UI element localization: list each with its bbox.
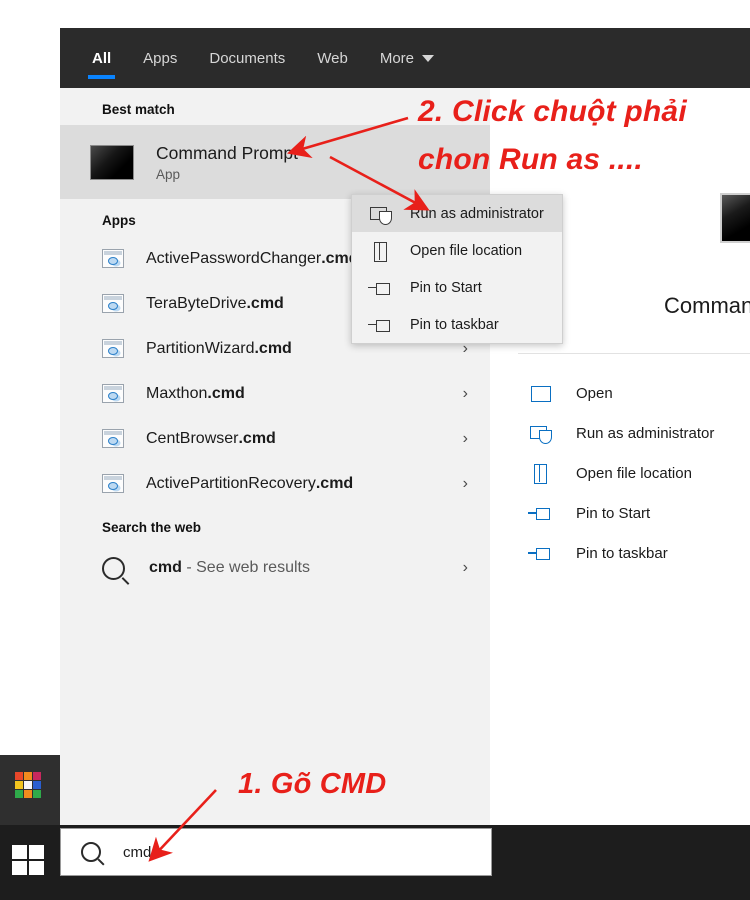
tab-documents[interactable]: Documents xyxy=(209,28,285,88)
tab-apps[interactable]: Apps xyxy=(143,28,177,88)
chevron-right-icon[interactable]: › xyxy=(463,385,468,403)
tab-all[interactable]: All xyxy=(88,28,116,88)
shield-admin-icon xyxy=(530,422,552,444)
chevron-right-icon[interactable]: › xyxy=(463,430,468,448)
tab-web-label: Web xyxy=(317,49,348,67)
detail-action-pin-to-taskbar[interactable]: Pin to taskbar xyxy=(528,533,668,573)
folder-location-icon xyxy=(370,240,392,262)
list-item-label: PartitionWizard.cmd xyxy=(146,339,292,357)
detail-action-pin-to-start-label: Pin to Start xyxy=(576,504,651,522)
list-item-label: TeraByteDrive.cmd xyxy=(146,294,284,312)
search-input[interactable]: cmd xyxy=(123,844,151,861)
detail-action-pin-to-taskbar-label: Pin to taskbar xyxy=(576,544,668,562)
tab-documents-label: Documents xyxy=(209,49,286,67)
context-menu-item-pin-to-taskbar[interactable]: Pin to taskbar xyxy=(352,306,562,343)
context-menu-item-run-as-administrator[interactable]: Run as administrator xyxy=(352,195,562,232)
detail-action-pin-to-start[interactable]: Pin to Start xyxy=(528,493,651,533)
context-menu-item-open-file-location[interactable]: Open file location xyxy=(352,232,562,269)
context-menu: Run as administrator Open file location … xyxy=(351,194,563,344)
web-result-item[interactable]: cmd - See web results › xyxy=(60,543,490,593)
tab-apps-label: Apps xyxy=(143,49,178,67)
open-window-icon xyxy=(530,382,552,404)
list-item[interactable]: ActivePartitionRecovery.cmd › xyxy=(60,461,490,506)
detail-pane-title: Command Prompt xyxy=(664,293,750,318)
divider xyxy=(518,353,750,354)
windows-start-icon[interactable] xyxy=(12,845,48,879)
chevron-right-icon[interactable]: › xyxy=(463,559,468,577)
command-prompt-icon xyxy=(720,193,750,243)
annotation-step-2: 2. Click chuột phải chon Run as .... xyxy=(418,88,687,184)
screen: All Apps Documents Web More Best match C… xyxy=(0,0,750,900)
detail-action-open-file-location-label: Open file location xyxy=(576,464,692,482)
pin-icon xyxy=(368,314,392,336)
best-match-subtitle: App xyxy=(156,166,181,182)
search-the-web-header: Search the web xyxy=(102,520,202,535)
context-menu-item-pin-to-taskbar-label: Pin to taskbar xyxy=(410,316,499,333)
detail-action-open[interactable]: Open xyxy=(530,373,613,413)
cmd-file-icon xyxy=(102,384,124,403)
chevron-down-icon xyxy=(422,54,435,62)
shield-admin-icon xyxy=(370,203,392,225)
tab-more-label: More xyxy=(379,49,415,67)
context-menu-item-run-as-administrator-label: Run as administrator xyxy=(410,205,544,222)
command-prompt-icon xyxy=(90,144,134,180)
context-menu-item-pin-to-start-label: Pin to Start xyxy=(410,279,482,296)
detail-action-open-label: Open xyxy=(576,384,613,402)
list-item[interactable]: Maxthon.cmd › xyxy=(60,371,490,416)
cmd-file-icon xyxy=(102,339,124,358)
annotation-step-2-line2: chon Run as .... xyxy=(418,143,643,176)
detail-action-run-as-administrator[interactable]: Run as administrator xyxy=(530,413,714,453)
cmd-file-icon xyxy=(102,249,124,268)
list-item[interactable]: CentBrowser.cmd › xyxy=(60,416,490,461)
tab-all-label: All xyxy=(92,49,112,67)
search-icon xyxy=(102,556,125,580)
tab-web[interactable]: Web xyxy=(317,28,348,88)
start-tiles-strip xyxy=(0,755,60,825)
list-item-label: CentBrowser.cmd xyxy=(146,429,276,447)
list-item-label: Maxthon.cmd xyxy=(146,384,245,402)
tab-active-underline xyxy=(88,75,116,79)
cmd-file-icon xyxy=(102,474,124,493)
tab-more[interactable]: More xyxy=(379,28,435,88)
cmd-file-icon xyxy=(102,429,124,448)
pin-icon xyxy=(528,502,552,524)
context-menu-item-open-file-location-label: Open file location xyxy=(410,242,523,259)
best-match-text: Command Prompt App xyxy=(156,143,298,182)
best-match-title: Command Prompt xyxy=(156,142,298,163)
pin-icon xyxy=(368,277,392,299)
annotation-step-1: 1. Gõ CMD xyxy=(238,768,387,800)
search-filter-tabs: All Apps Documents Web More xyxy=(60,28,750,88)
list-item-label: ActivePartitionRecovery.cmd xyxy=(146,474,354,492)
detail-action-run-as-administrator-label: Run as administrator xyxy=(576,424,715,442)
taskbar-search-box[interactable]: cmd xyxy=(60,828,492,876)
detail-action-open-file-location[interactable]: Open file location xyxy=(530,453,692,493)
folder-location-icon xyxy=(530,462,552,484)
list-item-label: ActivePasswordChanger.cmd xyxy=(146,249,359,267)
context-menu-item-pin-to-start[interactable]: Pin to Start xyxy=(352,269,562,306)
pin-icon xyxy=(528,542,552,564)
cmd-file-icon xyxy=(102,294,124,313)
annotation-step-2-line1: 2. Click chuột phải xyxy=(418,95,687,128)
web-result-label: cmd - See web results xyxy=(149,559,310,576)
chevron-right-icon[interactable]: › xyxy=(463,475,468,493)
all-apps-tiles-icon[interactable] xyxy=(15,772,45,802)
search-icon xyxy=(81,842,101,862)
